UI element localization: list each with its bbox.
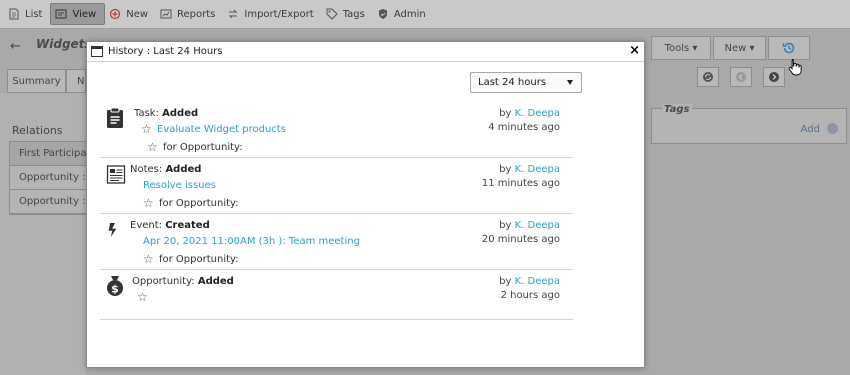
refresh-button[interactable] — [697, 67, 719, 87]
shield-icon — [378, 9, 387, 19]
window-icon — [91, 46, 103, 57]
tags-panel: Tags Add — [651, 104, 847, 144]
entry-by: by K. Deepa — [499, 164, 560, 175]
entry-by: by K. Deepa — [499, 108, 560, 119]
tab-n[interactable]: N — [66, 69, 86, 93]
relations-table: First Participant Opportunity : W Opport… — [9, 141, 87, 215]
entry-by: by K. Deepa — [499, 276, 560, 287]
caret-down-icon — [567, 80, 573, 85]
history-entry: Task: Added ☆ Evaluate Widget products ☆… — [100, 102, 573, 158]
tag-icon — [326, 8, 338, 20]
history-entry: $ Opportunity: Added ☆ by K. Deepa 2 hou… — [100, 270, 573, 320]
next-button[interactable] — [763, 67, 785, 87]
entry-time: 4 minutes ago — [488, 122, 560, 133]
relations-row[interactable]: Opportunity : W — [10, 166, 86, 190]
close-icon[interactable]: × — [629, 44, 640, 58]
entry-type: Opportunity: Added — [132, 276, 234, 287]
star-icon[interactable]: ☆ — [141, 123, 152, 135]
nav-import-export-label: Import/Export — [244, 8, 314, 20]
nav-reports-label: Reports — [177, 8, 216, 20]
modal-header: History : Last 24 Hours × — [87, 42, 644, 62]
swap-icon — [229, 9, 238, 19]
arrow-left-circle-icon — [736, 72, 746, 82]
nav-tags-label: Tags — [342, 8, 365, 20]
entry-type: Task: Added — [134, 108, 199, 119]
nav-view-label: View — [72, 8, 97, 20]
entry-link[interactable]: Evaluate Widget products — [157, 124, 286, 135]
nav-view[interactable]: View — [50, 3, 106, 25]
modal-title: History : Last 24 Hours — [108, 46, 223, 57]
nav-admin[interactable]: Admin — [373, 3, 434, 25]
notes-icon — [106, 165, 126, 184]
entry-for-text: for Opportunity: — [159, 198, 239, 209]
time-range-select[interactable]: Last 24 hours — [470, 72, 582, 93]
tools-button[interactable]: Tools ▾ — [651, 36, 711, 60]
star-icon[interactable]: ☆ — [147, 141, 158, 153]
star-icon[interactable]: ☆ — [143, 253, 154, 265]
hand-cursor-icon — [788, 59, 802, 76]
user-link[interactable]: K. Deepa — [515, 164, 560, 175]
help-icon[interactable] — [827, 123, 838, 134]
entry-time: 11 minutes ago — [481, 178, 560, 189]
document-icon — [9, 8, 19, 20]
card-icon — [55, 9, 67, 19]
top-nav-bar: List View New Reports Import/Export Tags… — [0, 0, 850, 29]
nav-new-label: New — [126, 8, 149, 20]
entry-for-text: for Opportunity: — [159, 254, 239, 265]
plus-circle-icon — [110, 8, 121, 20]
history-modal: History : Last 24 Hours × Last 24 hours … — [86, 41, 645, 368]
nav-import-export[interactable]: Import/Export — [223, 3, 321, 25]
user-link[interactable]: K. Deepa — [515, 220, 560, 231]
history-icon — [782, 42, 795, 54]
time-range-value: Last 24 hours — [478, 77, 547, 88]
entry-time: 2 hours ago — [500, 290, 560, 301]
tab-summary[interactable]: Summary — [7, 69, 66, 93]
refresh-icon — [703, 72, 713, 82]
previous-button[interactable] — [730, 67, 752, 87]
entry-type: Event: Created — [130, 220, 210, 231]
entry-time: 20 minutes ago — [481, 234, 560, 245]
nav-tags[interactable]: Tags — [322, 3, 373, 25]
entry-link[interactable]: Apr 20, 2021 11:00AM (3h ): Team meeting — [143, 236, 360, 247]
nav-reports[interactable]: Reports — [156, 3, 223, 25]
chart-icon — [160, 9, 172, 19]
entry-link[interactable]: Resolve issues — [143, 180, 216, 191]
user-link[interactable]: K. Deepa — [515, 276, 560, 287]
clipboard-icon — [107, 107, 123, 128]
money-bag-icon: $ — [107, 276, 123, 296]
tags-title: Tags — [662, 104, 692, 115]
history-list: Task: Added ☆ Evaluate Widget products ☆… — [100, 102, 573, 320]
relations-header: First Participant — [10, 142, 86, 166]
arrow-right-circle-icon — [769, 72, 779, 82]
entry-type: Notes: Added — [130, 164, 202, 175]
nav-list-label: List — [25, 8, 43, 20]
history-entry: Event: Created Apr 20, 2021 11:00AM (3h … — [100, 214, 573, 270]
entry-for-text: for Opportunity: — [163, 142, 243, 153]
relations-row[interactable]: Opportunity : W — [10, 190, 86, 214]
svg-text:$: $ — [111, 283, 119, 296]
relations-title: Relations — [12, 124, 63, 137]
page-title: Widgets — [36, 37, 92, 51]
tags-add-link[interactable]: Add — [801, 124, 820, 135]
nav-list[interactable]: List — [4, 3, 50, 25]
nav-admin-label: Admin — [393, 8, 426, 20]
history-button[interactable] — [768, 36, 810, 60]
back-arrow-icon[interactable]: ← — [10, 39, 21, 54]
star-icon[interactable]: ☆ — [137, 291, 148, 303]
history-entry: Notes: Added Resolve issues ☆ for Opport… — [100, 158, 573, 214]
entry-by: by K. Deepa — [499, 220, 560, 231]
new-dropdown-button[interactable]: New ▾ — [713, 36, 766, 60]
star-icon[interactable]: ☆ — [143, 197, 154, 209]
lightning-icon — [108, 223, 117, 237]
user-link[interactable]: K. Deepa — [515, 108, 560, 119]
nav-new[interactable]: New — [105, 3, 156, 25]
